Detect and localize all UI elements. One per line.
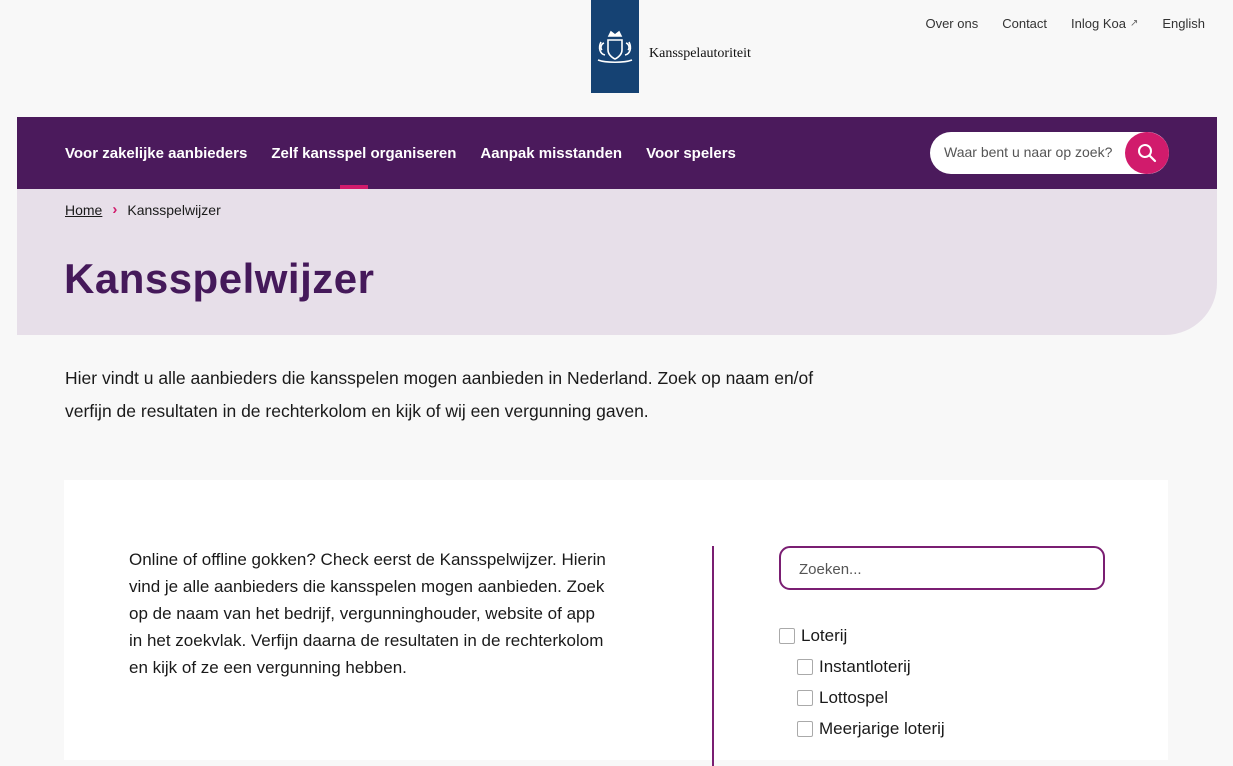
site-search xyxy=(930,132,1169,174)
breadcrumb-home[interactable]: Home xyxy=(65,202,102,218)
search-button[interactable] xyxy=(1125,132,1169,174)
filter-label: Meerjarige loterij xyxy=(819,718,945,738)
main-nav-item-zakelijke-aanbieders[interactable]: Voor zakelijke aanbieders xyxy=(65,117,271,189)
main-nav-item-zelf-organiseren[interactable]: Zelf kansspel organiseren xyxy=(271,117,480,189)
filter-label: Instantloterij xyxy=(819,656,911,676)
main-nav-item-voor-spelers[interactable]: Voor spelers xyxy=(646,117,760,189)
nav-link-inlog-koa-label: Inlog Koa xyxy=(1071,16,1126,31)
page-title: Kansspelwijzer xyxy=(64,255,375,302)
nav-link-contact[interactable]: Contact xyxy=(1002,16,1047,31)
card-description: Online of offline gokken? Check eerst de… xyxy=(129,550,606,677)
filter-list: Loterij Instantloterij Lottospel Meerjar… xyxy=(779,620,945,744)
breadcrumb: Home › Kansspelwijzer xyxy=(65,201,221,218)
main-nav-item-aanpak-misstanden[interactable]: Aanpak misstanden xyxy=(480,117,646,189)
intro-text: Hier vindt u alle aanbieders die kansspe… xyxy=(65,368,814,421)
utility-nav: Over ons Contact Inlog Koa ↗ English xyxy=(925,16,1205,31)
search-card: Online of offline gokken? Check eerst de… xyxy=(64,480,1168,766)
logo[interactable] xyxy=(591,0,639,93)
filter-instantloterij[interactable]: Instantloterij xyxy=(797,651,945,682)
filter-search xyxy=(779,546,1105,590)
nav-link-english[interactable]: English xyxy=(1162,16,1205,31)
divider xyxy=(712,546,714,766)
filter-loterij[interactable]: Loterij xyxy=(779,620,945,651)
checkbox[interactable] xyxy=(797,720,813,737)
search-icon xyxy=(1138,144,1157,163)
page-header: Home › Kansspelwijzer Kansspelwijzer xyxy=(17,189,1217,335)
filter-label: Loterij xyxy=(801,625,848,645)
nav-link-inlog-koa[interactable]: Inlog Koa ↗ xyxy=(1071,16,1138,31)
main-nav: Voor zakelijke aanbieders Zelf kansspel … xyxy=(17,117,1217,189)
filter-meerjarige-loterij[interactable]: Meerjarige loterij xyxy=(797,713,945,744)
nav-link-over-ons[interactable]: Over ons xyxy=(925,16,978,31)
checkbox[interactable] xyxy=(779,627,795,644)
chevron-right-icon: › xyxy=(112,201,118,218)
external-link-icon: ↗ xyxy=(1129,18,1139,29)
breadcrumb-current: Kansspelwijzer xyxy=(127,201,221,218)
checkbox[interactable] xyxy=(797,658,813,675)
filter-search-input[interactable] xyxy=(797,560,1081,579)
site-search-input[interactable] xyxy=(942,143,1126,161)
filter-lottospel[interactable]: Lottospel xyxy=(797,682,945,713)
filter-label: Lottospel xyxy=(819,687,888,707)
logo-name[interactable]: Kansspelautoriteit xyxy=(649,46,751,62)
checkbox[interactable] xyxy=(797,689,813,706)
coat-of-arms-icon xyxy=(597,30,633,63)
